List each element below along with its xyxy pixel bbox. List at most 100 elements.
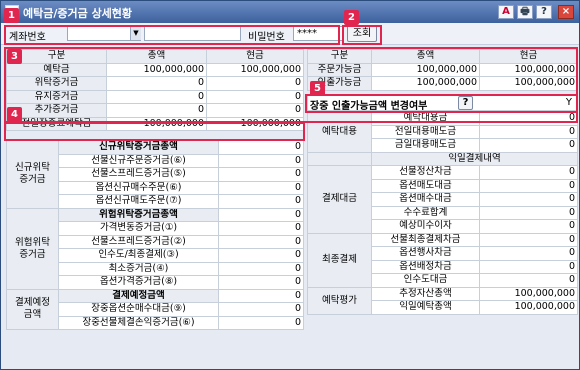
row-value: 0: [479, 165, 578, 180]
help-icon[interactable]: ?: [458, 96, 473, 110]
row-value: 0: [479, 192, 578, 207]
row-value: 0: [479, 111, 578, 126]
row-label: 장중선물체결손익증거금(⑥): [58, 315, 219, 330]
row-label: 추정자산총액: [371, 286, 480, 301]
group-label: 예탁평가: [307, 286, 372, 315]
row-value: 0: [479, 259, 578, 274]
annotation-badge-5: 5: [310, 81, 325, 96]
annotation-badge-4: 4: [7, 107, 22, 122]
table-row: 전일장종료예탁금 100,000,000 100,000,000: [6, 116, 304, 131]
row-label: 선물정산차금: [371, 165, 480, 180]
total-value: 100,000,000: [371, 76, 480, 91]
row-value: 0: [479, 219, 578, 234]
row-value: 0: [218, 194, 304, 209]
row-value: 0: [479, 246, 578, 261]
row-label: 옵션신규매도주문(⑦): [58, 194, 219, 209]
right-summary-table: 구분 총액 현금 주문가능금 100,000,000 100,000,000 인…: [307, 49, 578, 91]
row-label: 선물스프레드증거금(②): [58, 234, 219, 249]
column-header: 총액: [106, 49, 207, 64]
column-header: 총액: [371, 49, 480, 64]
table-row: 익일결제내역: [307, 151, 578, 166]
total-value: 100,000,000: [371, 62, 480, 77]
cash-value: 100,000,000: [206, 116, 304, 131]
withdraw-change-value: Y: [565, 97, 572, 108]
cash-value: 0: [206, 76, 304, 91]
annotation-badge-3: 3: [7, 49, 22, 64]
row-label: 예탁대용금: [371, 111, 480, 126]
row-label: 예탁금: [6, 62, 107, 77]
row-value: 100,000,000: [479, 300, 578, 315]
cash-value: 100,000,000: [479, 62, 578, 77]
row-label: 옵션가격증거금(⑧): [58, 275, 219, 290]
table-row: 예탁평가 추정자산총액 100,000,000: [307, 286, 578, 315]
column-header: 현금: [479, 49, 578, 64]
cash-value: 100,000,000: [479, 76, 578, 91]
row-value: 0: [218, 248, 304, 263]
table-header-row: 구분 총액 현금: [6, 49, 304, 64]
chevron-down-icon[interactable]: ▼: [130, 27, 141, 40]
row-value: 0: [218, 275, 304, 290]
row-label: 선물스프레드증거금(⑤): [58, 167, 219, 182]
row-value: 0: [218, 153, 304, 168]
row-label: 예상미수이자: [371, 219, 480, 234]
password-field[interactable]: ****: [293, 26, 343, 41]
account-name-field: [144, 26, 241, 41]
withdraw-change-row: 장중 인출가능금액 변경여부 ? Y: [307, 95, 577, 112]
row-value: 100,000,000: [479, 286, 578, 301]
help-icon[interactable]: ?: [536, 5, 552, 19]
cash-value: 0: [206, 103, 304, 118]
column-header: 구분: [307, 49, 372, 64]
row-value: 0: [218, 221, 304, 236]
print-icon[interactable]: 🖶: [517, 5, 533, 19]
settlement-header: 익일결제내역: [371, 151, 578, 166]
password-label: 비밀번호: [248, 32, 285, 43]
cash-value: 0: [206, 89, 304, 104]
row-value: 0: [218, 167, 304, 182]
row-label: 옵션행사차금: [371, 246, 480, 261]
query-button[interactable]: 조회: [347, 25, 377, 42]
row-label: 선물신규주문증거금(⑥): [58, 153, 219, 168]
left-margin-detail-table: 신규위탁 증거금 신규위탁증거금총액 0 선물신규주문증거금(⑥) 0 선물스프…: [6, 140, 304, 330]
cash-value: 100,000,000: [206, 62, 304, 77]
row-label: 전일대용매도금: [371, 124, 480, 139]
table-row: 예탁대용 예탁대용금 0: [307, 111, 578, 153]
window-title: 예탁금/증거금 상세현황: [23, 7, 133, 20]
group-total: 0: [218, 140, 304, 155]
group-header: 위험위탁증거금총액: [58, 207, 219, 222]
total-value: 0: [106, 103, 207, 118]
row-label: 위탁증거금: [6, 76, 107, 91]
group-header: 신규위탁증거금총액: [58, 140, 219, 155]
table-row: 주문가능금 100,000,000 100,000,000: [307, 62, 578, 77]
row-value: 0: [218, 261, 304, 276]
table-row: 유지증거금 0 0: [6, 89, 304, 104]
table-row: 위험위탁 증거금 위험위탁증거금총액 0: [6, 207, 304, 290]
table-row: 결제대금 선물정산차금 0: [307, 165, 578, 234]
total-value: 100,000,000: [106, 62, 207, 77]
toolbar: 계좌번호 ▼ 비밀번호 **** 조회: [1, 23, 579, 45]
table-row: 최종결제 선물최종결제차금 0: [307, 232, 578, 288]
table-row: 인출가능금 100,000,000 100,000,000: [307, 76, 578, 91]
close-icon[interactable]: ×: [558, 5, 574, 19]
group-label: 신규위탁 증거금: [6, 140, 59, 209]
row-label: 옵션매수대금: [371, 192, 480, 207]
total-value: 0: [106, 89, 207, 104]
total-value: 100,000,000: [106, 116, 207, 131]
table-row: 추가증거금 0 0: [6, 103, 304, 118]
title-bar: 예탁금/증거금 상세현황 A 🖶 ? ×: [1, 1, 579, 23]
row-value: 0: [479, 138, 578, 153]
font-size-icon[interactable]: A: [498, 5, 514, 19]
row-label: 옵션매도대금: [371, 178, 480, 193]
row-label: 금일대용매도금: [371, 138, 480, 153]
row-label: 인수도대금: [371, 273, 480, 288]
row-label: 가격변동증거금(①): [58, 221, 219, 236]
group-label: 결제예정 금액: [6, 288, 59, 330]
account-label: 계좌번호: [9, 32, 46, 43]
table-row: 위탁증거금 0 0: [6, 76, 304, 91]
left-summary-table: 구분 총액 현금 예탁금 100,000,000 100,000,000 위탁증…: [6, 49, 304, 131]
table-row: 결제예정 금액 결제예정금액 0: [6, 288, 304, 330]
right-detail-table: 예탁대용 예탁대용금 0 전일대용매도금 0 금일대용매도금 0 익일결제내역 …: [307, 111, 578, 315]
group-header: 결제예정금액: [58, 288, 219, 303]
row-label: 옵션신규매수주문(⑥): [58, 180, 219, 195]
row-value: 0: [479, 205, 578, 220]
row-value: 0: [479, 273, 578, 288]
